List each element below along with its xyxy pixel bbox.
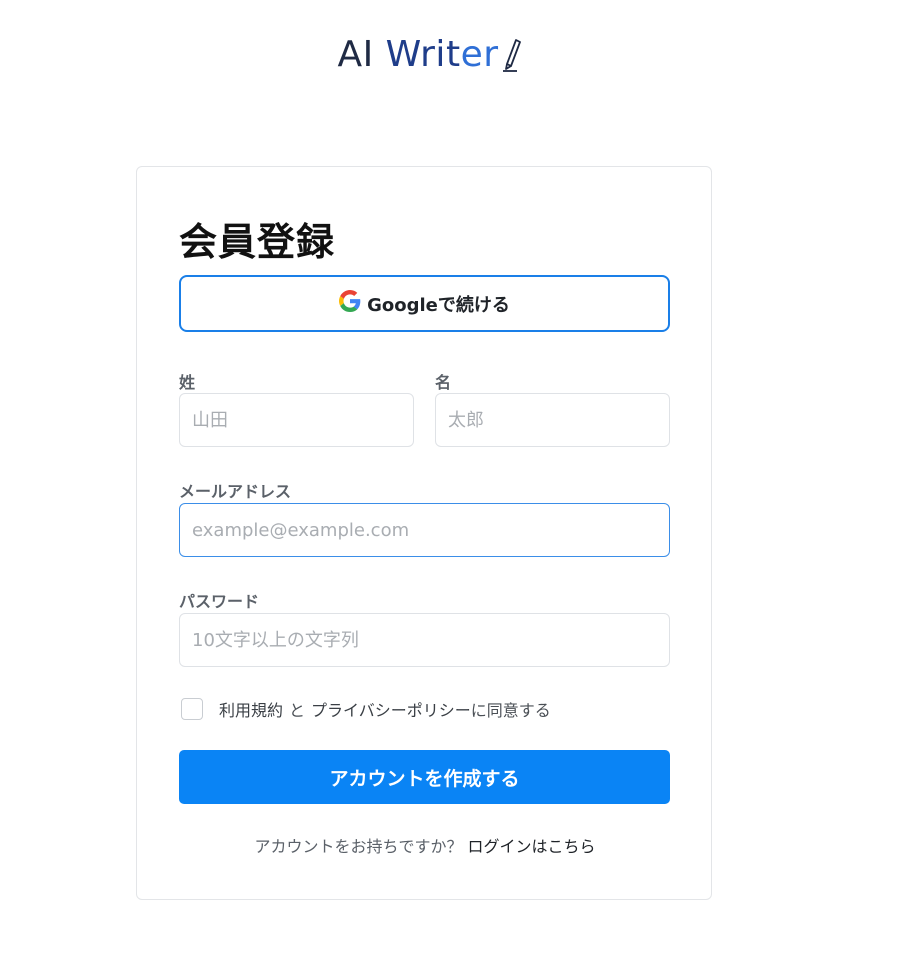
google-continue-button[interactable]: Googleで続ける bbox=[179, 275, 670, 332]
last-name-label: 姓 bbox=[179, 373, 196, 392]
agree-suffix-text: に同意する bbox=[470, 701, 551, 720]
google-button-label: Googleで続ける bbox=[367, 294, 510, 316]
signup-card: 会員登録 Googleで続ける 姓 名 メールアドレス パスワード 利用規約 と… bbox=[136, 166, 712, 900]
last-name-input[interactable] bbox=[179, 393, 414, 447]
password-label: パスワード bbox=[179, 592, 260, 611]
app-logo: AI Writer bbox=[0, 34, 860, 81]
logo-text-er: er bbox=[460, 34, 499, 75]
password-input[interactable] bbox=[179, 613, 670, 667]
email-input[interactable] bbox=[179, 503, 670, 557]
logo-text-ai: AI bbox=[337, 34, 386, 75]
pencil-icon bbox=[502, 38, 523, 81]
logo-text-writ: Writ bbox=[385, 34, 461, 75]
login-prompt: アカウントをお持ちですか？ ログインはこちら bbox=[137, 833, 713, 857]
terms-checkbox[interactable] bbox=[181, 698, 203, 720]
privacy-policy-link[interactable]: プライバシーポリシー bbox=[311, 697, 471, 721]
page-title: 会員登録 bbox=[179, 220, 336, 264]
terms-link[interactable]: 利用規約 bbox=[219, 697, 283, 721]
create-account-button[interactable]: アカウントを作成する bbox=[179, 750, 670, 804]
first-name-label: 名 bbox=[435, 373, 452, 392]
login-link[interactable]: ログインはこちら bbox=[468, 837, 596, 856]
terms-and-text: と bbox=[289, 701, 306, 720]
have-account-text: アカウントをお持ちですか？ bbox=[254, 837, 463, 856]
first-name-input[interactable] bbox=[435, 393, 670, 447]
email-label: メールアドレス bbox=[179, 482, 292, 501]
google-icon bbox=[339, 290, 367, 317]
terms-agreement-row: 利用規約 と プライバシーポリシー に同意する bbox=[181, 697, 551, 721]
